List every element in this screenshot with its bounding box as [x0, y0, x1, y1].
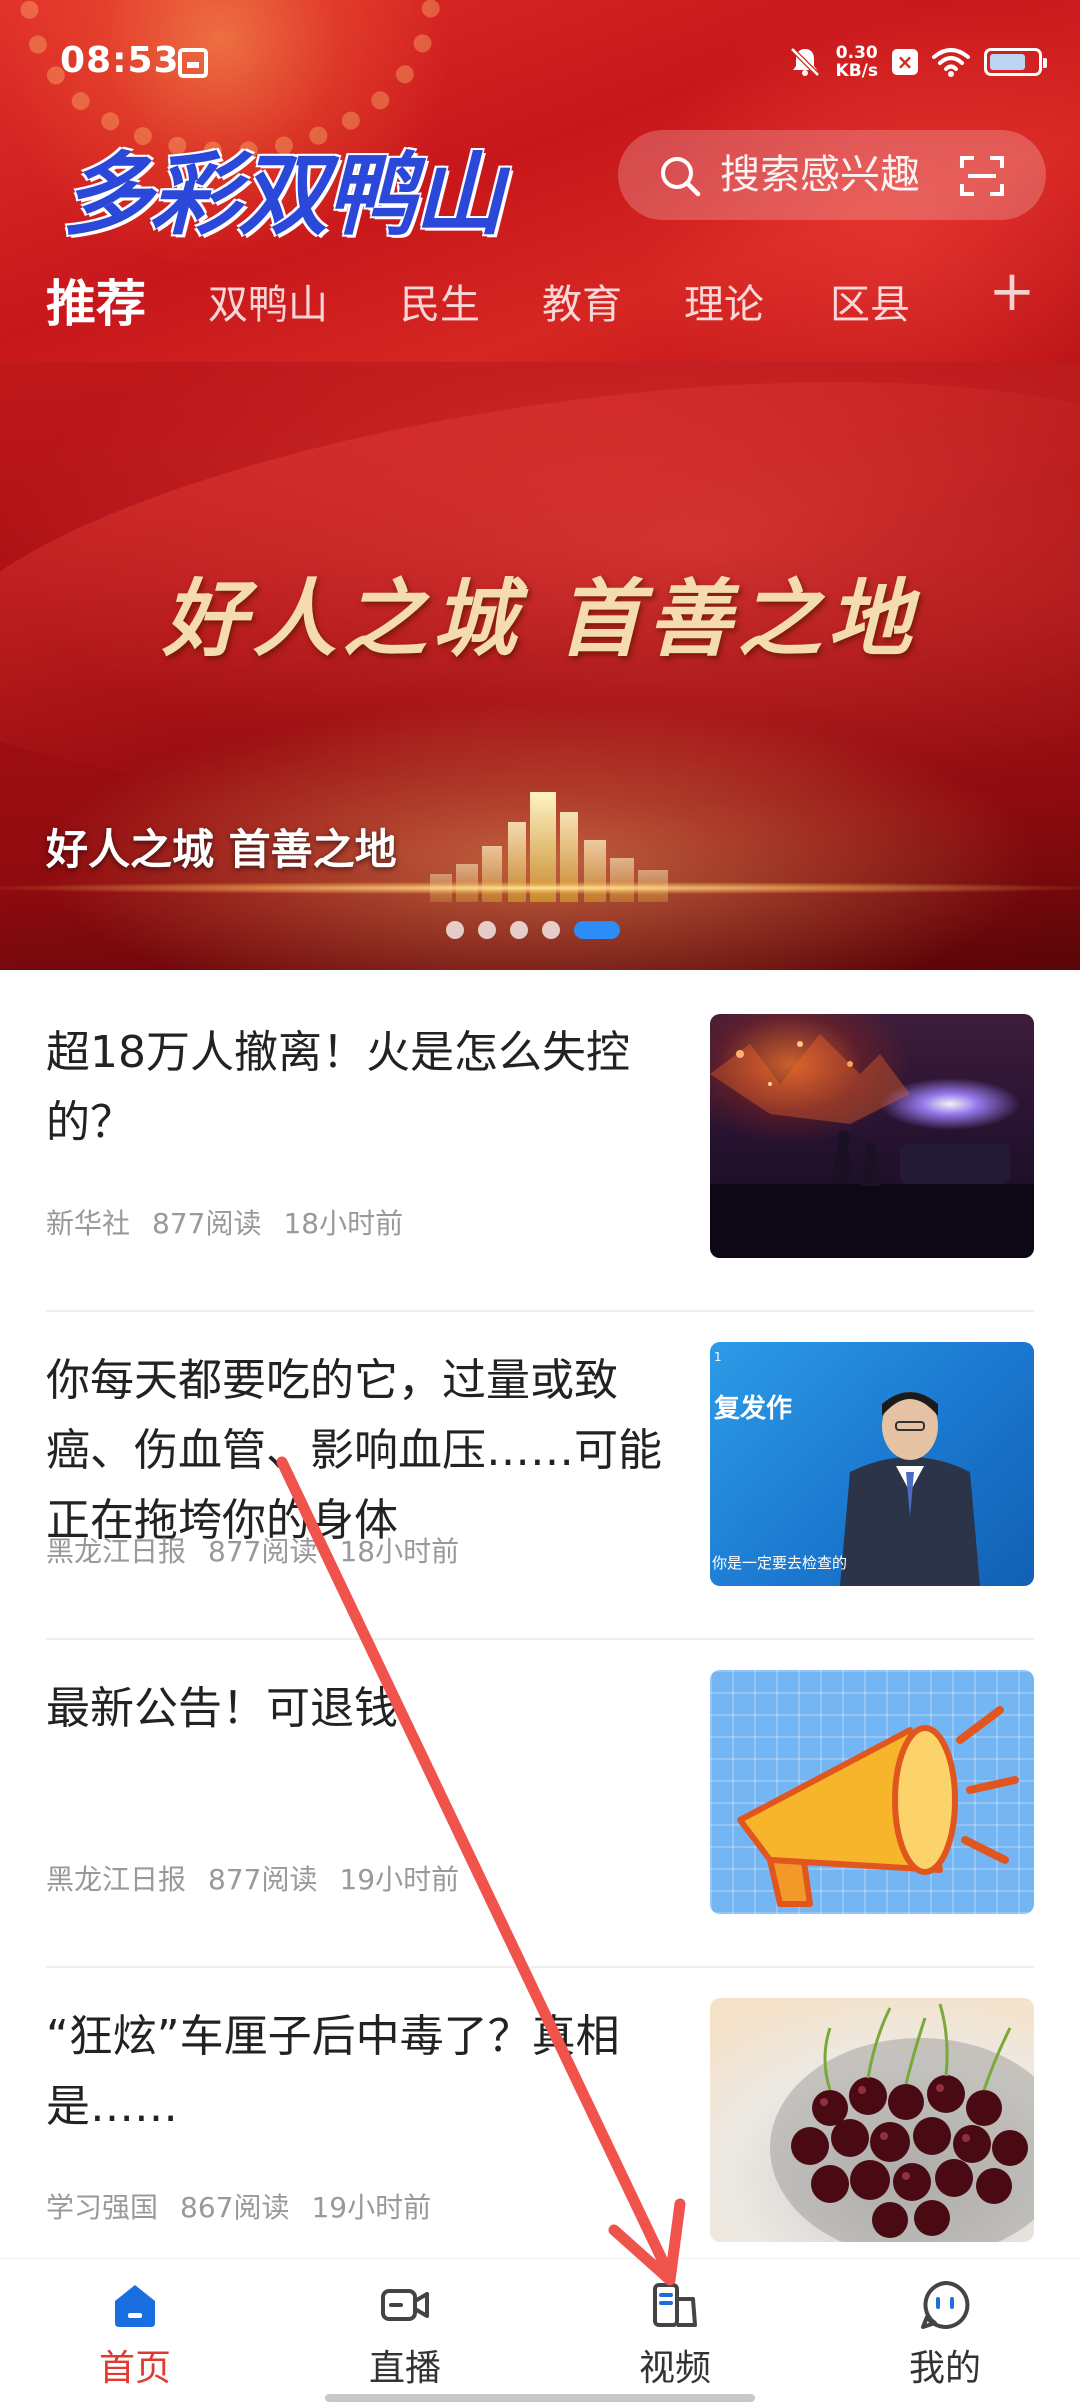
- news-reads: 877阅读: [208, 1863, 318, 1896]
- news-reads: 867阅读: [180, 2191, 290, 2224]
- news-reads: 877阅读: [208, 1535, 318, 1568]
- tab-recommend[interactable]: 推荐: [46, 264, 146, 336]
- notification-icon: [178, 48, 208, 78]
- carousel-dot: [478, 921, 496, 939]
- tab-theory[interactable]: 理论: [684, 272, 764, 330]
- nav-video[interactable]: 视频: [540, 2259, 810, 2408]
- news-meta: 新华社 877阅读 18小时前: [46, 1202, 425, 1242]
- thumbnail-subtitle: 你是一定要去检查的: [712, 1554, 848, 1572]
- video-icon: [653, 2283, 697, 2327]
- channel-tabs: 推荐 双鸭山 民生 教育 理论 区县 +: [0, 262, 1080, 342]
- news-source: 学习强国: [46, 2191, 159, 2224]
- network-speed-value: 0.30: [835, 43, 878, 63]
- status-bar: 08:53 0.30 KB/s ×: [0, 0, 1080, 120]
- nav-label: 视频: [638, 2348, 711, 2389]
- carousel-indicator: [446, 921, 620, 939]
- bottom-navigation: 首页 直播 视频 我的: [0, 2258, 1080, 2408]
- search-input[interactable]: [720, 148, 950, 202]
- news-item[interactable]: 最新公告！可退钱 黑龙江日报 877阅读 19小时前: [46, 1640, 1034, 1968]
- wifi-icon: [932, 48, 970, 77]
- mute-bell-icon: [789, 47, 820, 77]
- tab-districts[interactable]: 区县: [830, 272, 910, 330]
- battery-icon: [984, 48, 1047, 76]
- network-speed-unit: KB/s: [835, 61, 878, 81]
- news-title[interactable]: 超18万人撤离！火是怎么失控的？: [46, 1018, 666, 1158]
- news-item[interactable]: 超18万人撤离！火是怎么失控的？ 新华社 877阅读 18小时前: [46, 984, 1034, 1312]
- news-time: 18小时前: [283, 1207, 404, 1240]
- wildfire-scene-graphic: [710, 1034, 1034, 1258]
- profile-icon: [921, 2280, 970, 2329]
- news-title[interactable]: 最新公告！可退钱: [46, 1674, 666, 1744]
- search-bar[interactable]: [618, 130, 1046, 220]
- news-reads: 877阅读: [152, 1207, 262, 1240]
- news-meta: 学习强国 867阅读 19小时前: [46, 2186, 453, 2226]
- news-thumbnail-tv-anchor[interactable]: 1 复发作 你是一定要去检查的: [710, 1342, 1034, 1586]
- news-title[interactable]: “狂炫”车厘子后中毒了？真相是……: [46, 2002, 666, 2142]
- app-header: 08:53 0.30 KB/s × 多彩双鸭山 搜索感兴趣 推荐 双鸭山 民生 …: [0, 0, 1080, 362]
- news-thumbnail-cherries[interactable]: [710, 1998, 1034, 2242]
- news-meta: 黑龙江日报 877阅读 19小时前: [46, 1858, 481, 1898]
- megaphone-icon: [737, 1706, 1019, 1907]
- anchor-figure-graphic: [840, 1392, 980, 1586]
- news-item[interactable]: “狂炫”车厘子后中毒了？真相是…… 学习强国 867阅读 19小时前: [46, 1968, 1034, 2296]
- news-thumbnail-wildfire[interactable]: [710, 1014, 1034, 1258]
- banner-headline: 好人之城 首善之地: [162, 569, 918, 668]
- network-speed: 0.30 KB/s: [836, 44, 878, 80]
- news-meta: 黑龙江日报 877阅读 18小时前: [46, 1530, 481, 1570]
- carousel-dot: [446, 921, 464, 939]
- tab-shuangyashan[interactable]: 双鸭山: [208, 272, 328, 330]
- scan-icon[interactable]: [958, 152, 1006, 200]
- status-time: 08:53: [60, 40, 180, 81]
- search-icon[interactable]: [658, 154, 702, 198]
- news-source: 新华社: [46, 1207, 131, 1240]
- carousel-dot: [510, 921, 528, 939]
- news-time: 18小时前: [339, 1535, 460, 1568]
- nav-label: 首页: [98, 2348, 171, 2389]
- news-time: 19小时前: [311, 2191, 432, 2224]
- news-title[interactable]: 你每天都要吃的它，过量或致癌、伤血管、影响血压……可能正在拖垮你的身体: [46, 1346, 666, 1556]
- add-channel-button[interactable]: +: [982, 262, 1042, 322]
- cherries-graphic: [770, 2003, 1034, 2242]
- tab-livelihood[interactable]: 民生: [400, 272, 480, 330]
- nav-profile[interactable]: 我的: [810, 2259, 1080, 2408]
- hero-banner[interactable]: 好人之城 首善之地 好人之城 首善之地: [0, 362, 1080, 970]
- nav-label: 直播: [368, 2348, 441, 2389]
- news-time: 19小时前: [339, 1863, 460, 1896]
- news-item[interactable]: 你每天都要吃的它，过量或致癌、伤血管、影响血压……可能正在拖垮你的身体 黑龙江日…: [46, 1312, 1034, 1640]
- live-camera-icon: [381, 2289, 429, 2321]
- banner-glow: [0, 882, 1080, 894]
- battery-level: [990, 54, 1025, 70]
- news-thumbnail-megaphone[interactable]: [710, 1670, 1034, 1914]
- carousel-dot: [542, 921, 560, 939]
- news-source: 黑龙江日报: [46, 1863, 187, 1896]
- nav-home[interactable]: 首页: [0, 2259, 270, 2408]
- banner-caption: 好人之城 首善之地: [46, 825, 397, 874]
- home-icon: [115, 2285, 155, 2327]
- home-indicator[interactable]: [325, 2394, 755, 2402]
- app-logo: 多彩双鸭山: [62, 143, 504, 248]
- no-sim-icon: ×: [892, 49, 918, 75]
- nav-label: 我的: [908, 2348, 981, 2389]
- news-source: 黑龙江日报: [46, 1535, 187, 1568]
- nav-live[interactable]: 直播: [270, 2259, 540, 2408]
- carousel-dot-active: [574, 921, 620, 939]
- tab-education[interactable]: 教育: [542, 272, 622, 330]
- status-indicators: 0.30 KB/s ×: [788, 40, 1047, 84]
